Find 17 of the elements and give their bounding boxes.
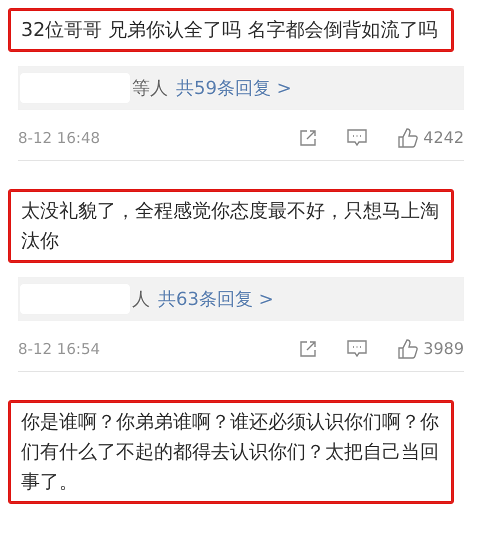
comment-text: 太没礼貌了，全程感觉你态度最不好，只想马上淘汰你 [8, 189, 454, 263]
comment-icon[interactable] [347, 340, 368, 358]
replies-link[interactable]: 共59条回复 > [176, 74, 292, 102]
reply-names: 等人 [132, 76, 168, 100]
thumbs-up-icon[interactable] [397, 127, 420, 149]
comment-text: 你是谁啊？你弟弟谁啊？谁还必须认识你们啊？你们有什么了不起的都得去认识你们？太把自己当回事了。 [8, 400, 454, 504]
like-count: 3989 [423, 338, 464, 360]
comment-time: 8-12 16:54 [18, 338, 100, 360]
share-icon[interactable] [299, 340, 318, 358]
share-icon[interactable] [299, 129, 318, 147]
reply-names: 人 [132, 288, 150, 312]
comment-icon[interactable] [347, 129, 368, 147]
comment-text: 32位哥哥 兄弟你认全了吗 名字都会倒背如流了吗 [8, 8, 454, 52]
replies-link[interactable]: 共63条回复 > [158, 286, 274, 312]
like-count: 4242 [423, 127, 464, 149]
comment-time: 8-12 16:48 [18, 128, 100, 149]
thumbs-up-icon[interactable] [397, 338, 420, 360]
